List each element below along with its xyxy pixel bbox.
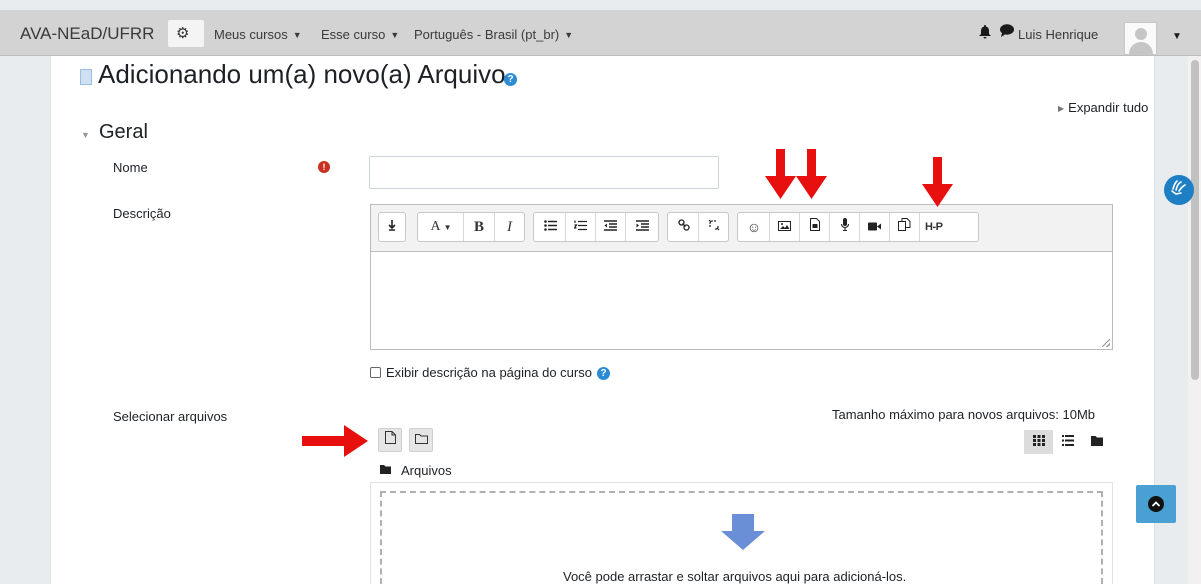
menu-language-label: Português - Brasil (pt_br) — [414, 27, 560, 42]
required-icon: ! — [318, 161, 330, 173]
bold-icon[interactable]: B — [464, 213, 494, 241]
description-label: Descrição — [113, 206, 171, 221]
cogs-icon: ⚙ — [176, 25, 190, 42]
question-circle-icon[interactable]: ? — [504, 73, 517, 86]
toolbar-group-2: A ▼ B I — [417, 212, 525, 242]
annotation-arrow-down-icon — [796, 149, 827, 199]
annotation-arrow-right-icon — [302, 425, 368, 457]
unordered-list-icon[interactable] — [536, 213, 565, 241]
menu-my-courses[interactable]: Meus cursos ▼ — [214, 27, 302, 42]
emoji-icon[interactable]: ☺ — [739, 213, 769, 241]
toolbar-group-4 — [667, 212, 729, 242]
toolbar-group-1 — [378, 212, 406, 242]
expand-all-link[interactable]: ▶ Expandir tudo — [1058, 100, 1148, 115]
name-label: Nome — [113, 160, 148, 175]
bell-icon[interactable] — [979, 25, 991, 42]
list-icon — [1061, 435, 1074, 446]
show-description-row: Exibir descrição na página do curso? — [370, 365, 610, 381]
view-list-button[interactable] — [1053, 430, 1082, 454]
caret-right-icon: ▶ — [1058, 104, 1065, 113]
collapse-icon[interactable] — [379, 213, 405, 241]
menu-language[interactable]: Português - Brasil (pt_br) ▼ — [414, 27, 573, 42]
arrow-down-icon — [721, 514, 765, 555]
manage-files-icon[interactable] — [890, 213, 919, 241]
back-to-top-button[interactable] — [1136, 485, 1176, 523]
max-size-text: Tamanho máximo para novos arquivos: 10Mb — [832, 407, 1096, 422]
question-circle-icon[interactable]: ? — [596, 367, 610, 381]
site-brand-link[interactable]: AVA-NEaD/UFRR — [20, 24, 154, 44]
add-file-button[interactable] — [378, 428, 402, 452]
file-icon — [80, 69, 92, 85]
file-icon — [384, 431, 396, 444]
record-video-icon[interactable] — [860, 213, 889, 241]
view-icons-button[interactable] — [1024, 430, 1053, 454]
folder-icon — [414, 434, 428, 444]
show-description-label: Exibir descrição na página do curso — [386, 365, 592, 380]
arrow-up-icon — [1148, 496, 1164, 512]
grid-icon — [1032, 435, 1045, 446]
link-icon[interactable] — [669, 213, 698, 241]
expand-all-label: Expandir tudo — [1068, 100, 1149, 115]
name-input[interactable] — [369, 156, 719, 189]
folder-icon — [380, 465, 391, 477]
show-description-checkbox[interactable] — [370, 367, 381, 378]
select-files-label: Selecionar arquivos — [113, 409, 228, 424]
record-audio-icon[interactable] — [830, 213, 859, 241]
caret-down-icon: ▼ — [564, 30, 574, 40]
toolbar-group-3 — [533, 212, 659, 242]
annotation-arrow-down-icon — [765, 149, 796, 199]
menu-this-course-label: Esse curso — [321, 27, 386, 42]
view-tree-button[interactable] — [1082, 430, 1111, 454]
dropzone-text: Você pode arrastar e soltar arquivos aqu… — [563, 569, 907, 584]
image-icon[interactable] — [770, 213, 799, 241]
italic-icon[interactable]: I — [495, 213, 524, 241]
accessibility-sign-language-icon[interactable] — [1164, 175, 1194, 205]
folder-path-label[interactable]: Arquivos — [401, 463, 452, 478]
caret-down-icon[interactable]: ▼ — [1172, 31, 1182, 42]
outdent-icon[interactable] — [596, 213, 625, 241]
avatar[interactable] — [1124, 22, 1157, 55]
toolbar-group-5: ☺ H-P — [737, 212, 979, 242]
description-textarea[interactable] — [371, 252, 1112, 349]
menu-this-course[interactable]: Esse curso ▼ — [321, 27, 399, 42]
media-icon[interactable] — [800, 213, 829, 241]
resize-handle[interactable] — [1102, 339, 1110, 347]
unlink-icon[interactable] — [699, 213, 728, 241]
font-color-icon[interactable]: A ▼ — [420, 213, 462, 241]
annotation-arrow-down-icon — [922, 157, 953, 207]
indent-icon[interactable] — [626, 213, 658, 241]
caret-down-icon: ▼ — [292, 30, 302, 40]
menu-my-courses-label: Meus cursos — [214, 27, 288, 42]
top-navbar: AVA-NEaD/UFRR ⚙ Meus cursos ▼ Esse curso ▼… — [0, 10, 1201, 56]
chat-icon[interactable] — [1000, 24, 1014, 40]
ordered-list-icon[interactable] — [566, 213, 595, 241]
scrollbar-thumb[interactable] — [1191, 60, 1199, 380]
create-folder-button[interactable] — [409, 428, 433, 452]
caret-down-icon: ▼ — [390, 30, 400, 40]
page-title: Adicionando um(a) novo(a) Arquivo — [98, 59, 506, 89]
h5p-icon[interactable]: H-P — [920, 213, 978, 241]
description-editor: A ▼ B I ☺ H-P — [370, 204, 1113, 350]
caret-down-icon[interactable]: ▼ — [81, 130, 90, 140]
section-title-general[interactable]: Geral — [99, 121, 148, 144]
user-name[interactable]: Luis Henrique — [1018, 27, 1098, 42]
editor-toolbar: A ▼ B I ☺ H-P — [371, 205, 1112, 252]
folder-icon — [1090, 436, 1103, 446]
